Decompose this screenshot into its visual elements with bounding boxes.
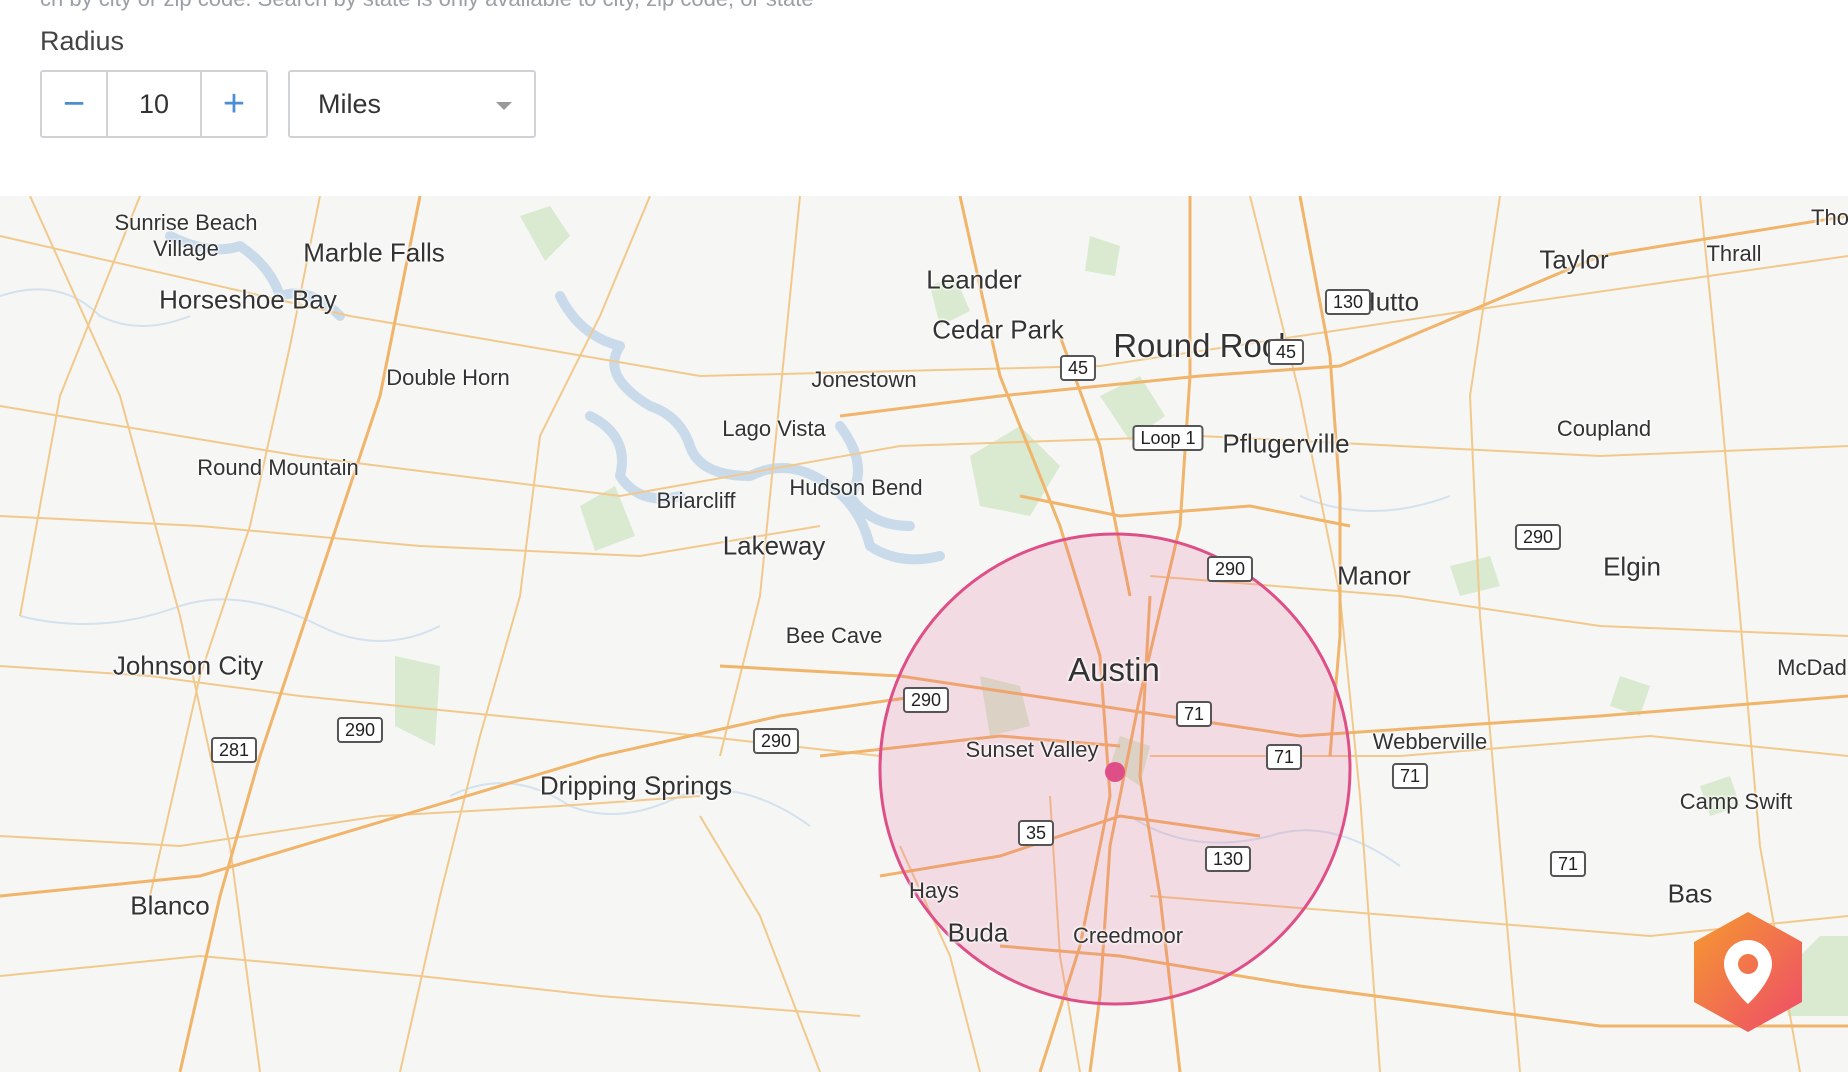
place-label: Sunrise Beach Village bbox=[114, 210, 257, 262]
place-label: Hudson Bend bbox=[789, 475, 923, 500]
place-label: Cedar Park bbox=[932, 314, 1064, 345]
radius-stepper: − 10 + bbox=[40, 70, 268, 138]
unit-select-value: Miles bbox=[318, 88, 382, 119]
place-label: Lakeway bbox=[722, 530, 826, 561]
highway-shield: 45 bbox=[1059, 355, 1097, 381]
place-label: Briarcliff bbox=[656, 488, 736, 513]
highway-shield: 290 bbox=[336, 717, 384, 743]
place-label: Webberville bbox=[1372, 729, 1488, 754]
highway-shield: 290 bbox=[752, 728, 800, 754]
place-label: Coupland bbox=[1556, 416, 1652, 441]
place-label: Bee Cave bbox=[785, 623, 883, 648]
place-label: Leander bbox=[926, 264, 1022, 295]
map-view[interactable]: Sunrise Beach Village Marble Falls Horse… bbox=[0, 196, 1848, 1072]
place-label: Johnson City bbox=[112, 650, 264, 681]
place-label: McDad bbox=[1777, 655, 1847, 680]
highway-shield: 45 bbox=[1267, 339, 1305, 365]
highway-shield: 71 bbox=[1175, 701, 1213, 727]
place-label: Pflugerville bbox=[1222, 428, 1350, 459]
center-city-label: Austin bbox=[1068, 651, 1160, 688]
highway-shield: 281 bbox=[210, 737, 258, 763]
place-label: Dripping Springs bbox=[539, 770, 733, 801]
unit-select[interactable]: Miles bbox=[288, 70, 536, 138]
highway-shield: 290 bbox=[1514, 524, 1562, 550]
place-label: Thrall bbox=[1706, 241, 1762, 266]
radius-value[interactable]: 10 bbox=[106, 72, 202, 136]
map-base bbox=[0, 196, 1848, 1072]
app-logo-icon bbox=[1694, 912, 1802, 1032]
place-label: Double Horn bbox=[386, 365, 510, 390]
highway-shield: 130 bbox=[1204, 846, 1252, 872]
place-label: Creedmoor bbox=[1072, 923, 1184, 948]
chevron-down-icon bbox=[496, 102, 512, 110]
place-label: Marble Falls bbox=[303, 237, 445, 268]
place-label: Blanco bbox=[130, 890, 210, 921]
place-text: Sunrise Beach Village bbox=[114, 210, 258, 261]
highway-shield: 35 bbox=[1017, 820, 1055, 846]
place-label: Taylor bbox=[1539, 244, 1609, 275]
highway-shield: 290 bbox=[902, 687, 950, 713]
radius-label: Radius bbox=[40, 26, 125, 56]
center-marker bbox=[1105, 762, 1125, 782]
place-label: Manor bbox=[1337, 560, 1411, 591]
highway-shield: 130 bbox=[1324, 289, 1372, 315]
place-label: Jonestown bbox=[811, 367, 917, 392]
place-label: Hays bbox=[908, 878, 960, 903]
place-label: Horseshoe Bay bbox=[159, 284, 337, 315]
highway-shield: 71 bbox=[1391, 763, 1429, 789]
highway-shield: Loop 1 bbox=[1132, 425, 1204, 451]
highway-shield: 71 bbox=[1265, 744, 1303, 770]
place-label: Elgin bbox=[1603, 551, 1661, 582]
cut-off-hint-text: ch by city or zip code. Search by state … bbox=[40, 0, 814, 12]
place-label: Buda bbox=[947, 917, 1009, 948]
place-label: Lago Vista bbox=[722, 416, 826, 441]
place-label: Tho bbox=[1811, 205, 1848, 230]
increment-button[interactable]: + bbox=[202, 72, 266, 136]
decrement-button[interactable]: − bbox=[42, 72, 106, 136]
place-label: Bas bbox=[1667, 878, 1713, 909]
place-label: Sunset Valley bbox=[965, 737, 1099, 762]
highway-shield: 71 bbox=[1549, 851, 1587, 877]
place-label: Camp Swift bbox=[1679, 789, 1793, 814]
place-label: Round Mountain bbox=[197, 455, 359, 480]
highway-shield: 290 bbox=[1206, 556, 1254, 582]
